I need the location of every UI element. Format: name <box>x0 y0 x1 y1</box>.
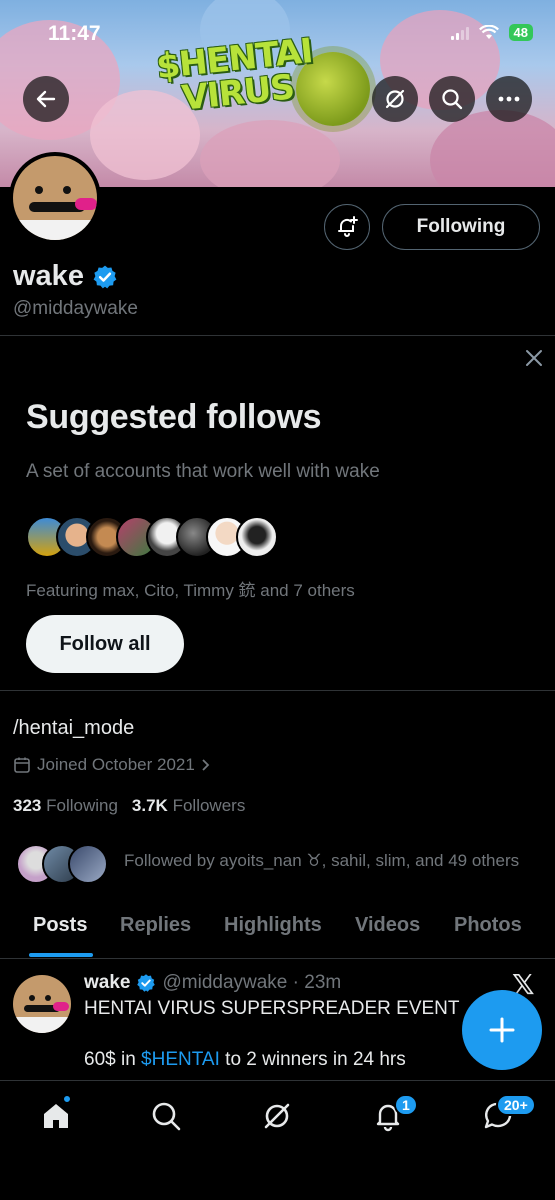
tab-posts[interactable]: Posts <box>33 914 87 937</box>
followers-stat[interactable]: 3.7K Followers <box>132 796 245 816</box>
tab-videos[interactable]: Videos <box>355 914 420 937</box>
post-text-line: HENTAI VIRUS SUPERSPREADER EVENT <box>84 998 460 1019</box>
divider <box>0 335 555 336</box>
divider <box>0 690 555 691</box>
search-button[interactable] <box>429 76 475 122</box>
nav-grok[interactable] <box>257 1096 297 1136</box>
nav-search[interactable] <box>146 1096 186 1136</box>
avatar <box>68 844 108 884</box>
active-tab-indicator <box>29 953 93 957</box>
divider <box>0 958 555 959</box>
home-icon <box>44 1104 68 1128</box>
close-icon[interactable] <box>522 346 546 370</box>
followed-by-text[interactable]: Followed by ayoits_nan ♉, sahil, slim, a… <box>124 851 519 871</box>
search-icon <box>442 89 463 110</box>
following-button[interactable]: Following <box>382 204 540 250</box>
profile-avatar[interactable] <box>9 152 101 244</box>
tab-highlights[interactable]: Highlights <box>224 914 322 937</box>
joined-text: Joined October 2021 <box>37 755 195 774</box>
tab-replies[interactable]: Replies <box>120 914 191 937</box>
calendar-icon <box>14 757 30 773</box>
mutual-followers-avatars[interactable] <box>16 844 108 884</box>
follow-all-button[interactable]: Follow all <box>26 615 184 673</box>
arrow-left-icon <box>36 90 56 108</box>
battery-indicator: 48 <box>508 24 533 41</box>
suggested-follows-subtitle: A set of accounts that work well with wa… <box>26 461 380 482</box>
suggested-follows-title: Suggested follows <box>26 398 322 436</box>
cashtag-link[interactable]: $HENTAI <box>141 1049 220 1070</box>
featuring-text: Featuring max, Cito, Timmy 銃 and 7 other… <box>26 581 355 600</box>
back-button[interactable] <box>23 76 69 122</box>
more-horizontal-icon <box>498 96 520 102</box>
following-stat[interactable]: 323 Following <box>13 796 118 816</box>
status-time: 11:47 <box>48 22 101 45</box>
plus-icon <box>489 1017 515 1043</box>
grok-icon <box>264 1103 290 1129</box>
post-avatar[interactable] <box>13 975 71 1033</box>
compose-post-button[interactable] <box>462 990 542 1070</box>
verified-badge-icon <box>137 974 156 992</box>
messages-badge: 20+ <box>496 1094 536 1116</box>
suggested-avatars[interactable] <box>26 516 278 558</box>
profile-name: wake <box>13 260 118 293</box>
verified-badge-icon[interactable] <box>92 264 118 290</box>
profile-bio: /hentai_mode <box>13 717 135 739</box>
post-author-name[interactable]: wake <box>84 972 130 994</box>
grok-button[interactable] <box>372 76 418 122</box>
home-unread-dot <box>62 1094 72 1104</box>
display-name-text: wake <box>13 260 84 292</box>
status-bar: 11:47 48 <box>0 0 555 64</box>
joined-date[interactable]: Joined October 2021 <box>13 755 211 775</box>
notify-button[interactable] <box>324 204 370 250</box>
post-header: wake @middaywake · 23m <box>84 972 341 994</box>
grok-icon <box>385 89 405 109</box>
more-options-button[interactable] <box>486 76 532 122</box>
avatar[interactable] <box>236 516 278 558</box>
chevron-right-icon <box>202 759 210 771</box>
tab-photos[interactable]: Photos <box>454 914 522 937</box>
search-icon <box>152 1102 181 1131</box>
notifications-badge: 1 <box>394 1094 418 1116</box>
bell-plus-icon <box>338 216 358 237</box>
post-text-line: 60$ in $HENTAI to 2 winners in 24 hrs <box>84 1049 406 1070</box>
follow-stats: 323 Following 3.7K Followers <box>13 796 245 816</box>
signal-icon <box>450 26 469 40</box>
profile-handle: @middaywake <box>13 298 138 319</box>
post-meta[interactable]: @middaywake · 23m <box>162 972 341 994</box>
wifi-icon <box>478 25 499 39</box>
